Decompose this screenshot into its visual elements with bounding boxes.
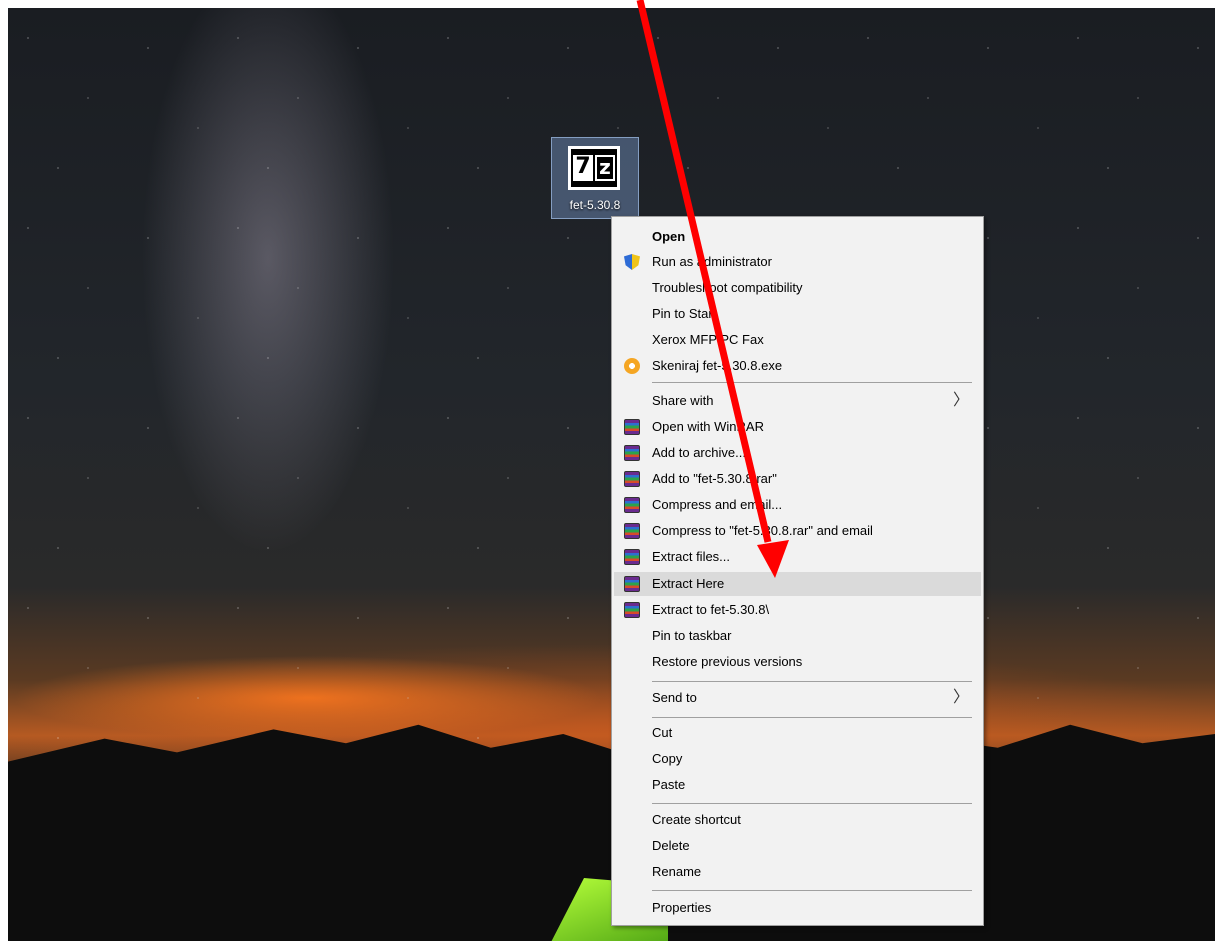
submenu-chevron-icon: 〉 bbox=[952, 392, 969, 409]
menu-item-open-with-winrar[interactable]: Open with WinRAR bbox=[614, 415, 981, 439]
context-menu: Open Run as administrator Troubleshoot c… bbox=[611, 216, 984, 926]
menu-item-extract-files[interactable]: Extract files... bbox=[614, 545, 981, 569]
menu-item-restore-previous-versions[interactable]: Restore previous versions bbox=[614, 650, 981, 674]
menu-item-extract-to-folder[interactable]: Extract to fet-5.30.8\ bbox=[614, 598, 981, 622]
menu-item-extract-here[interactable]: Extract Here bbox=[614, 572, 981, 596]
menu-item-properties[interactable]: Properties bbox=[614, 896, 981, 920]
menu-item-compress-to-rar-and-email[interactable]: Compress to "fet-5.30.8.rar" and email bbox=[614, 519, 981, 543]
menu-item-label: Restore previous versions bbox=[652, 654, 803, 669]
menu-item-label: Compress to "fet-5.30.8.rar" and email bbox=[652, 523, 873, 538]
uac-shield-icon bbox=[624, 254, 640, 270]
menu-item-troubleshoot-compatibility[interactable]: Troubleshoot compatibility bbox=[614, 276, 981, 300]
menu-item-label: Extract to fet-5.30.8\ bbox=[652, 602, 770, 617]
menu-item-pin-to-taskbar[interactable]: Pin to taskbar bbox=[614, 624, 981, 648]
menu-item-scan-file[interactable]: Skeniraj fet-5.30.8.exe bbox=[614, 354, 981, 378]
menu-item-rename[interactable]: Rename bbox=[614, 860, 981, 884]
menu-item-send-to[interactable]: Send to 〉 bbox=[614, 686, 981, 710]
menu-item-label: Cut bbox=[652, 725, 673, 740]
menu-separator bbox=[652, 890, 972, 891]
menu-item-label: Extract Here bbox=[652, 576, 725, 591]
menu-item-label: Skeniraj fet-5.30.8.exe bbox=[652, 358, 783, 373]
menu-item-create-shortcut[interactable]: Create shortcut bbox=[614, 808, 981, 832]
menu-item-label: Create shortcut bbox=[652, 812, 741, 827]
menu-item-label: Send to bbox=[652, 690, 697, 705]
menu-separator bbox=[652, 717, 972, 718]
menu-item-copy[interactable]: Copy bbox=[614, 747, 981, 771]
menu-item-label: Add to "fet-5.30.8.rar" bbox=[652, 471, 777, 486]
menu-item-label: Compress and email... bbox=[652, 497, 783, 512]
antivirus-scan-icon bbox=[624, 358, 640, 374]
menu-item-label: Pin to Start bbox=[652, 306, 717, 321]
menu-item-label: Pin to taskbar bbox=[652, 628, 732, 643]
winrar-icon bbox=[624, 497, 640, 513]
menu-item-label: Rename bbox=[652, 864, 702, 879]
file-label: fet-5.30.8 bbox=[569, 198, 621, 212]
menu-separator bbox=[652, 681, 972, 682]
menu-item-add-to-archive[interactable]: Add to archive... bbox=[614, 441, 981, 465]
winrar-icon bbox=[624, 602, 640, 618]
winrar-icon bbox=[624, 445, 640, 461]
winrar-icon bbox=[624, 549, 640, 565]
menu-item-xerox-fax[interactable]: Xerox MFP PC Fax bbox=[614, 328, 981, 352]
menu-item-label: Paste bbox=[652, 777, 686, 792]
menu-item-label: Share with bbox=[652, 393, 714, 408]
winrar-icon bbox=[624, 419, 640, 435]
menu-separator bbox=[652, 382, 972, 383]
menu-item-open[interactable]: Open bbox=[614, 225, 981, 249]
menu-item-add-to-rar[interactable]: Add to "fet-5.30.8.rar" bbox=[614, 467, 981, 491]
winrar-icon bbox=[624, 523, 640, 539]
menu-item-cut[interactable]: Cut bbox=[614, 721, 981, 745]
7zip-logo-seven: 7 bbox=[573, 155, 593, 181]
menu-item-label: Troubleshoot compatibility bbox=[652, 280, 803, 295]
7zip-logo-z: z bbox=[595, 155, 615, 181]
menu-item-label: Delete bbox=[652, 838, 690, 853]
menu-item-pin-to-start[interactable]: Pin to Start bbox=[614, 302, 981, 326]
menu-item-run-as-administrator[interactable]: Run as administrator bbox=[614, 250, 981, 274]
menu-item-label: Run as administrator bbox=[652, 254, 772, 269]
submenu-chevron-icon: 〉 bbox=[952, 689, 969, 706]
menu-item-paste[interactable]: Paste bbox=[614, 773, 981, 797]
menu-item-label: Open with WinRAR bbox=[652, 419, 764, 434]
menu-item-label: Xerox MFP PC Fax bbox=[652, 332, 764, 347]
menu-item-compress-and-email[interactable]: Compress and email... bbox=[614, 493, 981, 517]
menu-separator bbox=[652, 803, 972, 804]
menu-item-share-with[interactable]: Share with 〉 bbox=[614, 389, 981, 413]
desktop-file-fet-5.30.8[interactable]: 7 z fet-5.30.8 bbox=[551, 137, 639, 219]
winrar-icon bbox=[624, 471, 640, 487]
menu-item-label: Extract files... bbox=[652, 549, 731, 564]
winrar-icon bbox=[624, 576, 640, 592]
menu-item-label: Properties bbox=[652, 900, 712, 915]
7zip-archive-icon: 7 z bbox=[568, 146, 620, 190]
menu-item-label: Add to archive... bbox=[652, 445, 746, 460]
menu-item-label: Copy bbox=[652, 751, 683, 766]
menu-item-delete[interactable]: Delete bbox=[614, 834, 981, 858]
menu-item-label: Open bbox=[652, 229, 686, 244]
